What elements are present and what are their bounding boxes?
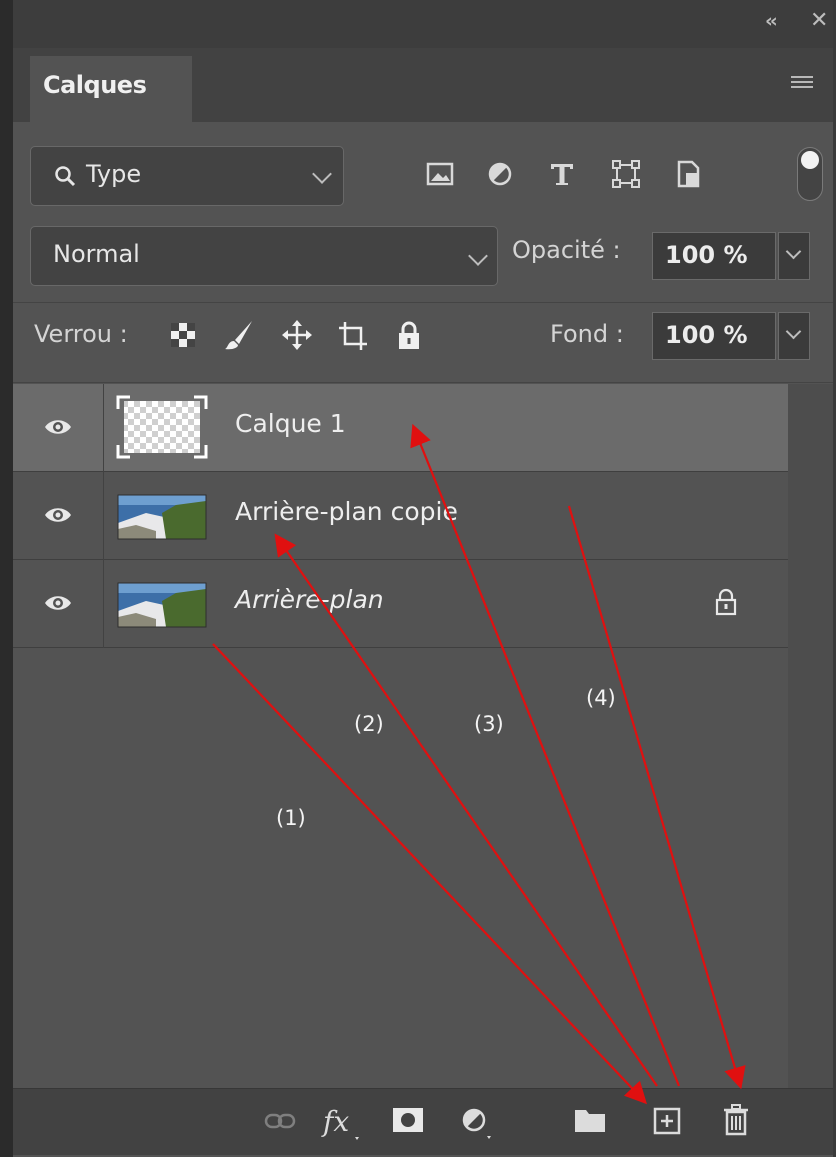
layers-bottom-toolbar: fx <box>13 1088 833 1155</box>
adjustment-layer-icon[interactable] <box>457 1103 497 1143</box>
adjustment-filter-icon[interactable] <box>482 156 518 192</box>
layer-lock-icon <box>715 588 737 616</box>
lock-label: Verrou : <box>34 320 128 348</box>
chevron-down-icon <box>312 164 332 184</box>
lock-image-icon[interactable] <box>222 318 256 352</box>
fill-dropdown-button[interactable] <box>778 312 810 360</box>
eye-icon[interactable] <box>43 415 73 439</box>
lock-all-icon[interactable] <box>392 318 426 352</box>
eye-icon[interactable] <box>43 591 73 615</box>
chevron-down-icon <box>785 323 802 340</box>
landscape-thumbnail <box>117 494 207 540</box>
blend-mode-value: Normal <box>53 240 140 268</box>
eye-icon[interactable] <box>43 503 73 527</box>
fx-icon[interactable]: fx <box>321 1101 363 1145</box>
link-layers-icon[interactable] <box>263 1109 297 1133</box>
layer-mask-icon[interactable] <box>391 1105 425 1135</box>
layer-name: Arrière-plan copie <box>235 497 458 526</box>
close-panel-button[interactable]: ✕ <box>810 8 828 33</box>
panel-menu-icon[interactable] <box>791 76 813 92</box>
annotation-label-4: (4) <box>586 686 616 710</box>
fill-input[interactable]: 100 % <box>652 312 776 360</box>
layer-row[interactable]: Arrière-plan <box>13 560 788 648</box>
lock-artboard-icon[interactable] <box>336 318 370 352</box>
layer-name: Arrière-plan <box>235 585 384 614</box>
shape-filter-icon[interactable] <box>608 156 644 192</box>
toggle-knob <box>801 151 819 169</box>
search-icon <box>55 166 76 187</box>
opacity-label: Opacité : <box>512 236 621 264</box>
landscape-thumbnail <box>117 582 207 628</box>
panel-titlebar: ‹‹ ✕ <box>13 0 833 48</box>
layer-name: Calque 1 <box>235 409 346 438</box>
lock-position-icon[interactable] <box>280 318 314 352</box>
filter-type-label: Type <box>86 160 142 188</box>
layer-filter-dropdown[interactable]: Type <box>30 146 344 206</box>
layers-top-divider <box>13 382 833 383</box>
group-folder-icon[interactable] <box>573 1106 607 1134</box>
visibility-column-divider <box>103 472 104 560</box>
window-frame-left <box>0 0 13 1157</box>
visibility-column-divider <box>103 384 104 472</box>
tab-calques[interactable]: Calques <box>30 56 192 122</box>
image-filter-icon[interactable] <box>422 156 458 192</box>
blend-mode-dropdown[interactable]: Normal <box>30 226 498 286</box>
annotation-arrow-1 <box>212 643 648 1105</box>
collapse-panel-button[interactable]: ‹‹ <box>765 10 778 32</box>
layers-scrollbar[interactable] <box>788 384 833 1088</box>
annotation-label-1: (1) <box>276 806 306 830</box>
transparent-thumbnail <box>116 395 208 459</box>
visibility-column-divider <box>103 560 104 648</box>
layer-row[interactable]: Calque 1 <box>13 384 788 472</box>
opacity-input[interactable]: 100 % <box>652 232 776 280</box>
svg-text:fx: fx <box>321 1105 349 1138</box>
panel-tab-row: Calques <box>13 48 833 122</box>
annotation-label-2: (2) <box>354 712 384 736</box>
new-layer-icon[interactable] <box>651 1105 683 1137</box>
trash-icon[interactable] <box>721 1103 751 1137</box>
filter-toggle-switch[interactable] <box>797 147 823 201</box>
chevron-down-icon <box>785 243 802 260</box>
layer-row[interactable]: Arrière-plan copie <box>13 472 788 560</box>
lock-transparent-icon[interactable] <box>166 318 200 352</box>
chevron-down-icon <box>468 246 488 266</box>
toolbar-divider <box>13 302 833 303</box>
fill-label: Fond : <box>550 320 624 348</box>
type-filter-icon[interactable] <box>544 156 580 192</box>
smart-object-filter-icon[interactable] <box>670 156 706 192</box>
annotation-label-3: (3) <box>474 712 504 736</box>
opacity-dropdown-button[interactable] <box>778 232 810 280</box>
